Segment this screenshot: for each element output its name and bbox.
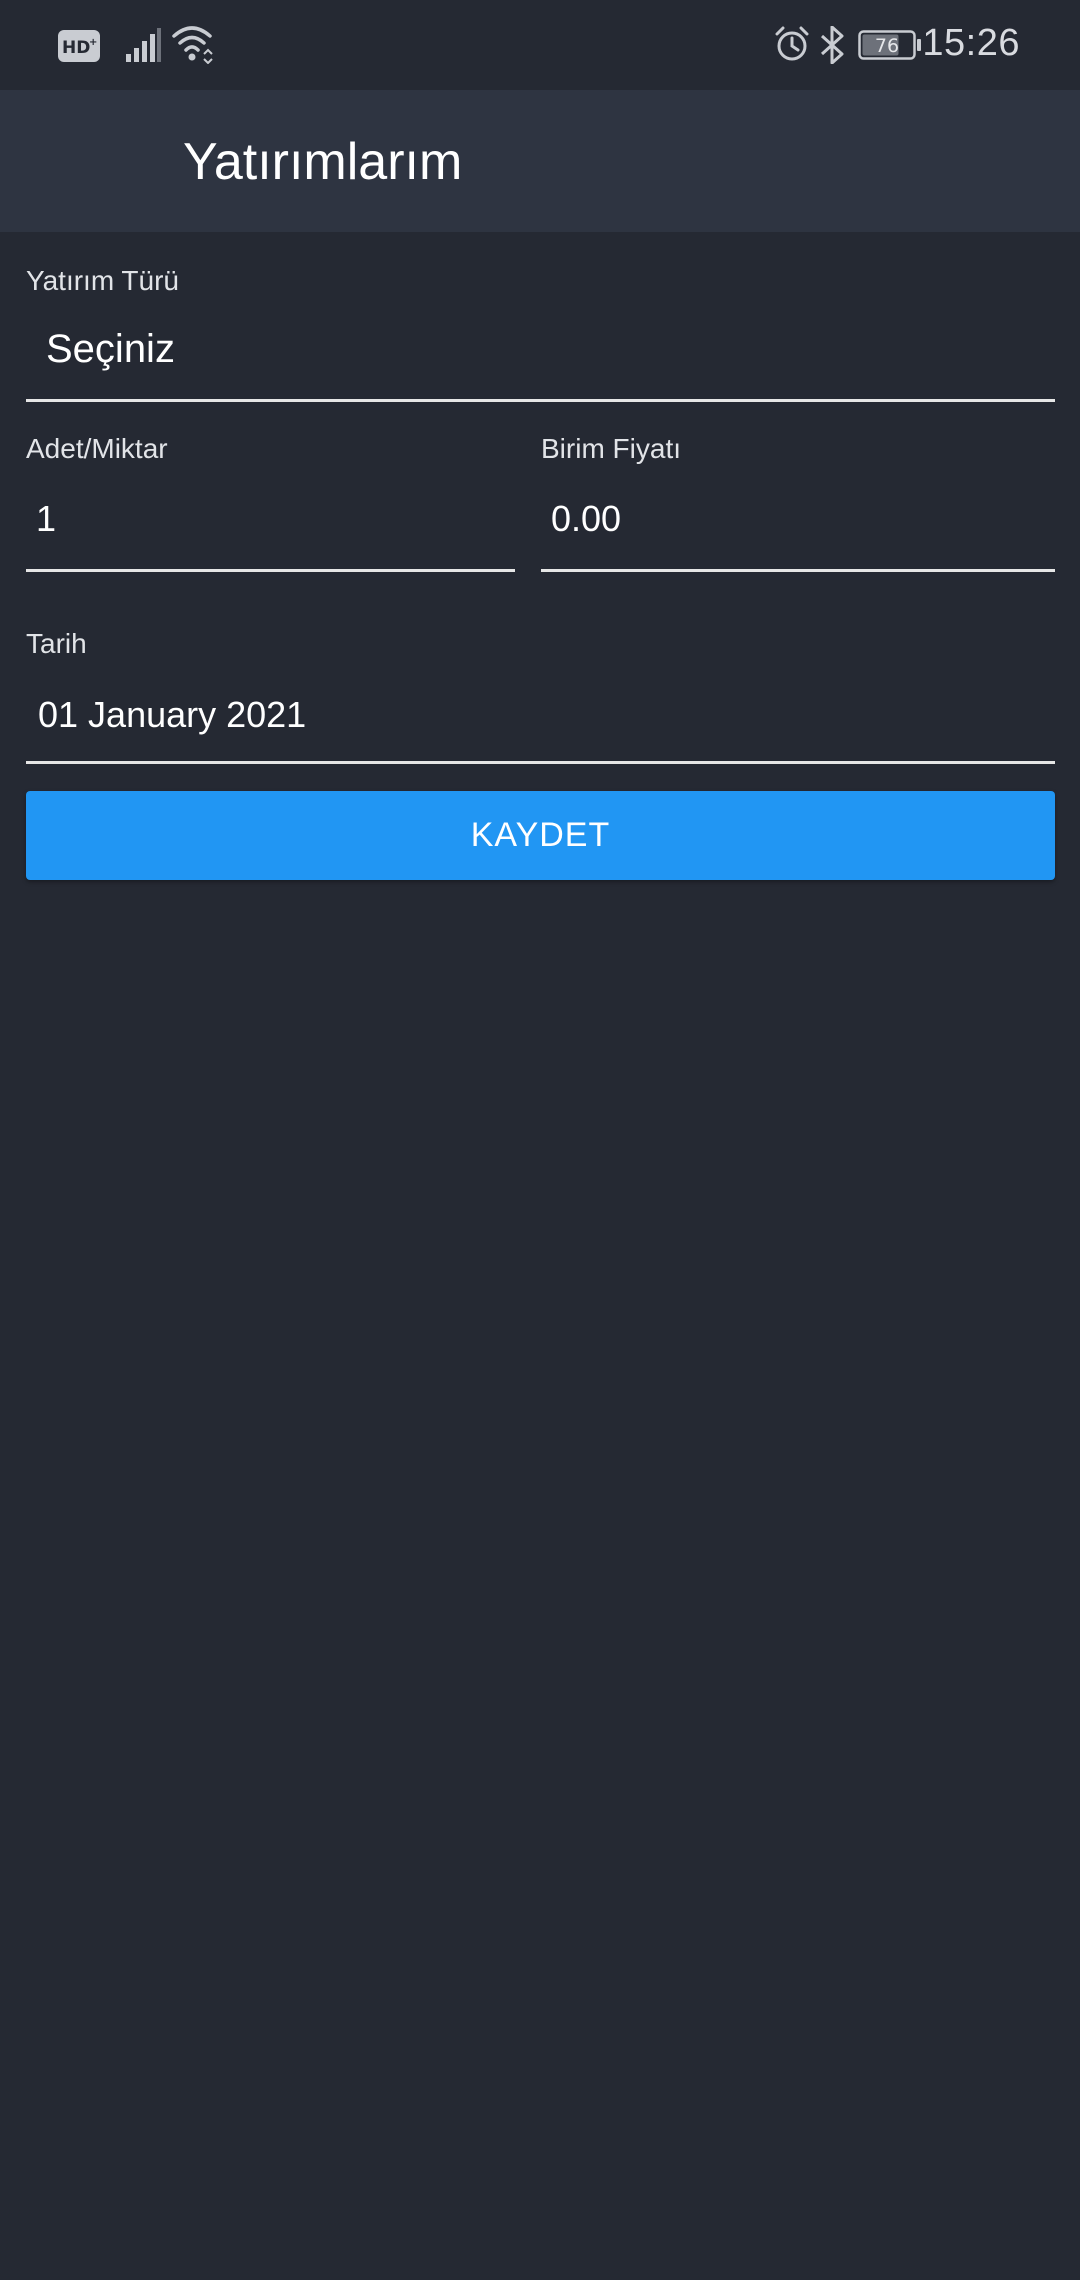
wifi-icon <box>172 26 213 64</box>
date-value: 01 January 2021 <box>38 694 307 735</box>
date-label: Tarih <box>26 628 87 659</box>
svg-text:+: + <box>89 37 97 48</box>
quantity-input[interactable]: 1 <box>26 474 515 570</box>
quantity-label: Adet/Miktar <box>26 433 168 464</box>
unit-price-label: Birim Fiyatı <box>541 433 681 464</box>
save-button[interactable]: KAYDET <box>26 791 1055 880</box>
page-title: Yatırımlarım <box>183 133 463 191</box>
quantity-value: 1 <box>36 498 57 539</box>
unit-price-value: 0.00 <box>551 498 622 539</box>
date-underline <box>26 761 1055 764</box>
hd-plus-icon: HD + <box>58 30 100 62</box>
investment-type-value: Seçiniz <box>46 327 175 371</box>
status-time: 15:26 <box>922 22 1020 64</box>
investment-type-underline <box>26 399 1055 402</box>
battery-icon: 76 <box>858 30 921 60</box>
bluetooth-icon <box>820 26 844 64</box>
svg-text:HD: HD <box>62 38 90 58</box>
battery-level: 76 <box>875 35 899 57</box>
unit-price-input[interactable]: 0.00 <box>541 474 1055 570</box>
app-bar: Yatırımlarım <box>0 90 1080 232</box>
alarm-icon <box>775 26 809 61</box>
unit-price-underline <box>541 569 1055 572</box>
status-bar: HD + 76 15:26 <box>0 0 1080 90</box>
investment-type-label: Yatırım Türü <box>26 265 180 296</box>
date-picker-field[interactable]: 01 January 2021 <box>26 668 1055 764</box>
quantity-underline <box>26 569 515 572</box>
investment-type-select[interactable]: Seçiniz <box>26 305 1055 401</box>
signal-icon <box>126 28 161 62</box>
